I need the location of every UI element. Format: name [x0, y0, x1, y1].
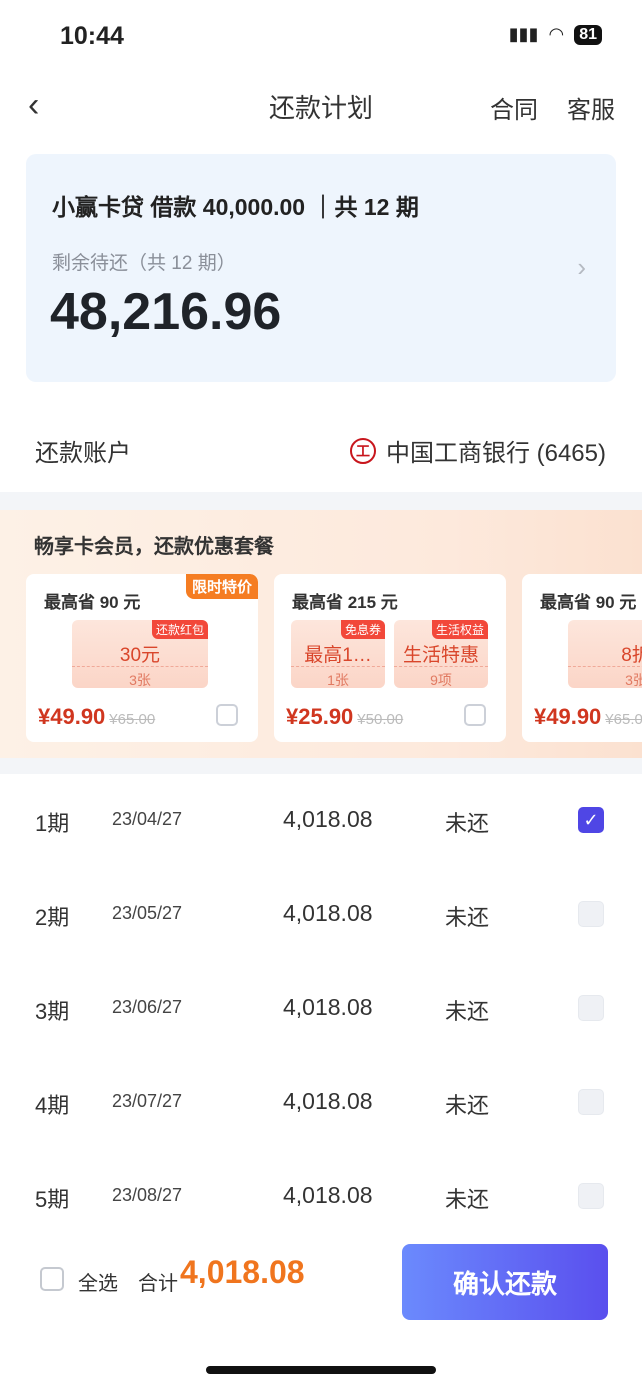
signal-icon: ▮▮▮ [508, 24, 539, 44]
price: ¥49.90¥65.00 [38, 704, 155, 730]
total-label: 合计 [138, 1273, 178, 1295]
ticket-value: 生活特惠 [402, 645, 479, 666]
page-title: 还款计划 [268, 93, 373, 123]
original-price: ¥65.00 [109, 711, 156, 728]
select-all-label[interactable]: 全选 [78, 1267, 118, 1296]
ticket: 生活权益 生活特惠 9项 [394, 620, 488, 688]
installment-checkbox[interactable]: ✓ [578, 807, 604, 833]
total-amount: 4,018.08 [180, 1254, 305, 1290]
status-icons: ▮▮▮ ◠ 81 [509, 24, 602, 45]
installment-checkbox[interactable] [578, 1183, 604, 1209]
promo-checkbox[interactable] [216, 704, 238, 726]
ticket-type: 生活权益 [431, 620, 488, 639]
period: 5期 [35, 1187, 70, 1212]
ticket-count: 1张 [291, 666, 385, 690]
original-price: ¥65.00 [605, 711, 642, 728]
due-date: 23/07/27 [112, 1091, 183, 1111]
promo-checkbox[interactable] [464, 704, 486, 726]
loan-heading: 小赢卡贷 借款 40,000.00 ｜共 12 期 [52, 194, 419, 220]
promo-card[interactable]: 最高省 215 元 免息券 最高1… 1张 生活权益 生活特惠 9项 ¥25.9… [274, 574, 506, 742]
promo-title: 畅享卡会员，还款优惠套餐 [34, 536, 274, 558]
price: ¥25.90 ¥50.00 [286, 704, 403, 730]
confirm-repay-button[interactable]: 确认还款 [402, 1244, 608, 1320]
promo-card[interactable]: 最高省 90 元 限时特价 还款红包 30元 3张 ¥49.90 ¥65.00 [26, 574, 258, 742]
period: 3期 [35, 999, 70, 1024]
installment-row[interactable]: 4期 23/07/27 4,018.08 未还 [0, 1056, 642, 1150]
remaining-label: 剩余待还（共 12 期） [52, 253, 236, 274]
account-selector[interactable]: 工 中国工商银行 (6465) [349, 433, 606, 468]
due-date: 23/08/27 [112, 1185, 183, 1205]
current-price: ¥49.90 [38, 704, 106, 729]
current-price: ¥49.90 [534, 704, 602, 729]
status: 未还 [445, 811, 490, 836]
home-indicator [206, 1366, 436, 1374]
divider [0, 492, 642, 510]
installment-checkbox[interactable] [578, 995, 604, 1021]
select-all-checkbox[interactable] [40, 1267, 64, 1291]
period: 2期 [35, 905, 70, 930]
ticket-count: 3张 [72, 666, 208, 690]
current-price: ¥25.90 [286, 704, 354, 729]
due-date: 23/04/27 [112, 809, 183, 829]
ticket: 免息券 最高1… 1张 [291, 620, 385, 688]
ticket-count: 9项 [394, 666, 488, 690]
amount: 4,018.08 [283, 994, 373, 1020]
card-headline: 最高省 90 元 [44, 593, 141, 612]
battery-icon: 81 [574, 24, 602, 45]
status: 未还 [445, 1093, 490, 1118]
installment-row[interactable]: 1期 23/04/27 4,018.08 未还 ✓ [0, 774, 642, 868]
promo-card[interactable]: 最高省 90 元 8折 3张 ¥49.90¥65.00 [522, 574, 642, 742]
bank-name: 中国工商银行 (6465) [385, 440, 606, 467]
card-headline: 最高省 90 元 [540, 593, 637, 612]
ticket-value: 最高1… [304, 645, 372, 666]
ticket-count: 3张 [568, 666, 642, 690]
amount: 4,018.08 [283, 900, 373, 926]
period: 1期 [35, 811, 70, 836]
installment-checkbox[interactable] [578, 1089, 604, 1115]
amount: 4,018.08 [283, 1182, 373, 1208]
status: 未还 [445, 905, 490, 930]
ticket-value: 8折 [621, 645, 642, 666]
ticket: 8折 3张 [568, 620, 642, 688]
installment-checkbox[interactable] [578, 901, 604, 927]
icbc-logo-icon: 工 [349, 437, 376, 464]
due-date: 23/06/27 [112, 997, 183, 1017]
due-date: 23/05/27 [112, 903, 183, 923]
card-headline: 最高省 215 元 [292, 593, 398, 612]
price: ¥49.90¥65.00 [534, 704, 642, 730]
contract-link[interactable]: 合同 [490, 90, 538, 125]
original-price: ¥50.00 [357, 711, 404, 728]
remaining-amount: 48,216.96 [50, 283, 282, 341]
installment-row[interactable]: 3期 23/06/27 4,018.08 未还 [0, 962, 642, 1056]
account-label: 还款账户 [35, 440, 131, 467]
ticket-type: 还款红包 [151, 620, 208, 639]
chevron-right-icon: › [577, 252, 586, 282]
wifi-icon: ◠ [548, 24, 565, 44]
ticket-type: 免息券 [340, 620, 385, 639]
divider [0, 758, 642, 774]
status: 未还 [445, 999, 490, 1024]
loan-summary-card[interactable]: 小赢卡贷 借款 40,000.00 ｜共 12 期 剩余待还（共 12 期） 4… [26, 154, 616, 382]
status: 未还 [445, 1187, 490, 1212]
ticket: 还款红包 30元 3张 [72, 620, 208, 688]
installment-row[interactable]: 2期 23/05/27 4,018.08 未还 [0, 868, 642, 962]
period: 4期 [35, 1093, 70, 1118]
membership-promo: 畅享卡会员，还款优惠套餐 最高省 90 元 限时特价 还款红包 30元 3张 ¥… [0, 510, 642, 758]
customer-service-link[interactable]: 客服 [567, 90, 615, 125]
ticket-value: 30元 [119, 645, 161, 666]
status-time: 10:44 [60, 22, 124, 50]
amount: 4,018.08 [283, 1088, 373, 1114]
limited-tag: 限时特价 [185, 574, 258, 599]
amount: 4,018.08 [283, 806, 373, 832]
